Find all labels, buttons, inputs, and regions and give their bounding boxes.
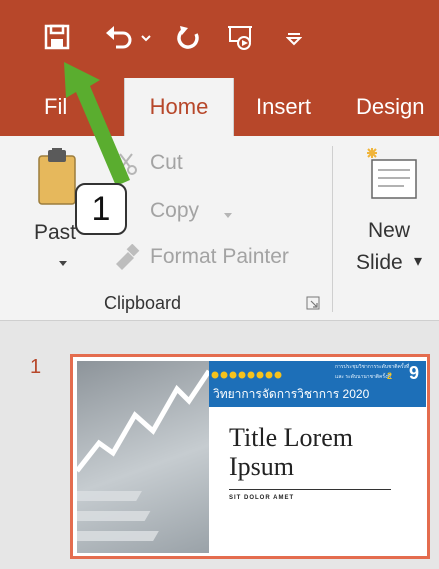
banner-number-1: 9 — [409, 363, 420, 383]
slide-title: Title Lorem Ipsum — [229, 423, 353, 481]
redo-icon[interactable] — [176, 24, 202, 54]
tab-insert[interactable]: Insert — [256, 78, 311, 136]
format-painter-button[interactable]: Format Painter — [150, 245, 289, 269]
paste-button-label[interactable]: Past — [34, 221, 76, 245]
banner-main-text: วิทยาการจัดการวิชาการ 2020 — [213, 387, 370, 401]
annotation-arrow-icon — [60, 62, 140, 197]
step-callout: 1 — [75, 183, 127, 235]
slide-title-line2: Ipsum — [229, 452, 294, 481]
new-slide-dropdown-icon[interactable]: ▾ — [414, 251, 422, 271]
clipboard-launcher-icon[interactable] — [306, 296, 320, 315]
slide-thumbnail[interactable]: การประชุมวิชาการระดับชาติครั้งที่ และ ระ… — [70, 354, 430, 559]
copy-dropdown-icon[interactable] — [223, 207, 233, 225]
banner-number-2: 2 — [387, 371, 393, 381]
banner-small-text-2: และ ระดับนานาชาติครั้งที่ — [335, 374, 391, 380]
slide-title-line1: Title Lorem — [229, 423, 353, 452]
copy-button[interactable]: Copy — [150, 199, 199, 223]
undo-icon[interactable] — [104, 24, 134, 54]
tab-design[interactable]: Design — [356, 78, 424, 136]
customize-qat-icon[interactable] — [286, 32, 302, 62]
clipboard-group-label: Clipboard — [104, 293, 182, 313]
slide-number: 1 — [30, 356, 42, 378]
banner-dots — [211, 367, 291, 385]
paste-dropdown-icon[interactable] — [58, 255, 68, 273]
tab-home[interactable]: Home — [124, 78, 234, 136]
save-icon[interactable] — [44, 24, 70, 54]
banner-small-text-1: การประชุมวิชาการระดับชาติครั้งที่ — [335, 364, 410, 370]
ribbon-group-divider — [332, 146, 333, 312]
format-painter-icon — [112, 243, 140, 275]
slide-photo — [77, 361, 209, 553]
presenter-icon[interactable] — [227, 24, 255, 54]
new-slide-label-line1[interactable]: New — [368, 219, 410, 243]
slide-subtitle: SIT DOLOR AMET — [229, 495, 295, 501]
undo-dropdown-icon[interactable] — [141, 34, 151, 64]
slide-title-rule — [229, 489, 391, 490]
new-slide-icon[interactable] — [362, 146, 420, 207]
new-slide-label-line2[interactable]: Slide — [356, 251, 403, 275]
cut-button[interactable]: Cut — [150, 151, 183, 175]
